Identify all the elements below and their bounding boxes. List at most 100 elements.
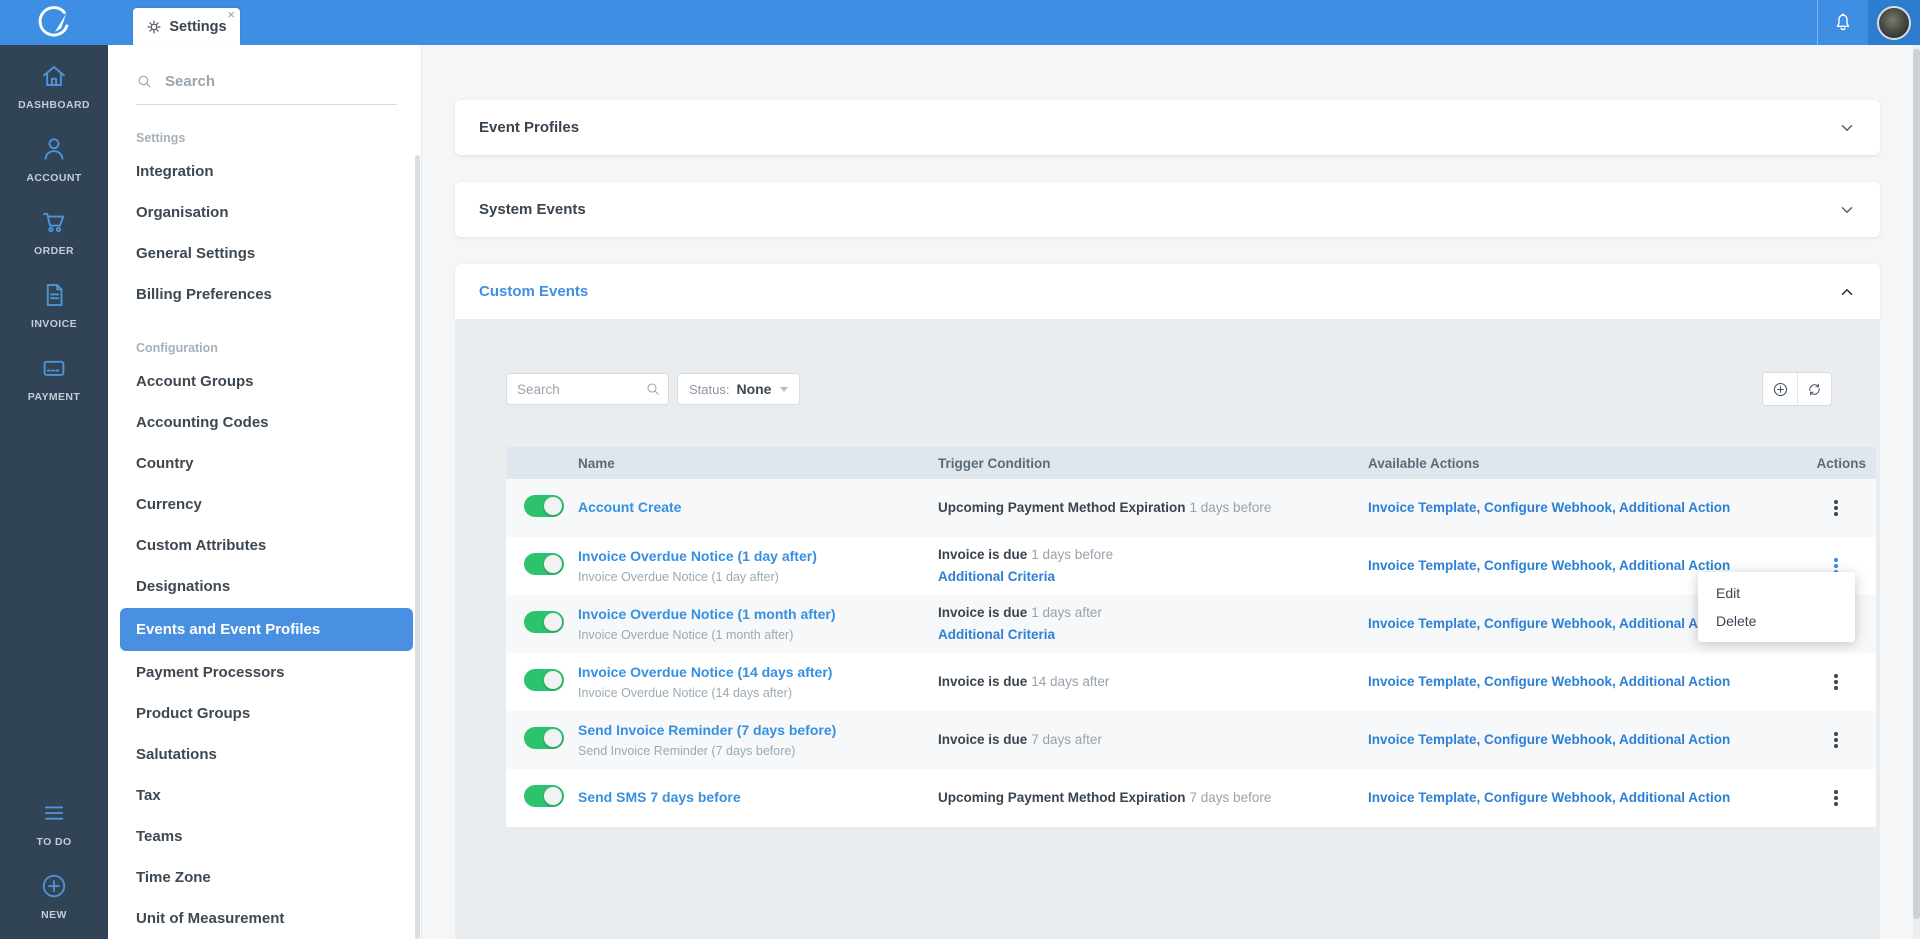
sidebar-item-organisation[interactable]: Organisation <box>108 192 421 233</box>
event-subtitle: Invoice Overdue Notice (1 month after) <box>578 628 794 642</box>
nav-item-order[interactable]: ORDER <box>34 207 74 257</box>
nav-label-todo: TO DO <box>36 836 72 848</box>
nav-item-todo[interactable]: TO DO <box>36 798 71 848</box>
sidebar-item-billing-preferences[interactable]: Billing Preferences <box>108 274 421 315</box>
table-row: Send SMS 7 days before Upcoming Payment … <box>506 769 1876 827</box>
app-logo[interactable] <box>0 0 108 45</box>
custom-events-table: Name Trigger Condition Available Actions… <box>506 447 1876 827</box>
user-menu[interactable] <box>1868 0 1920 45</box>
kebab-menu-icon[interactable] <box>1828 494 1844 522</box>
sidebar-search-input[interactable] <box>165 73 385 90</box>
available-actions-links[interactable]: Invoice Template, Configure Webhook, Add… <box>1368 674 1730 689</box>
sidebar-item-payment-processors[interactable]: Payment Processors <box>108 652 421 693</box>
tab-close-icon[interactable]: × <box>227 8 235 22</box>
nav-item-invoice[interactable]: INVOICE <box>31 280 77 330</box>
event-name-link[interactable]: Invoice Overdue Notice (1 day after) <box>578 548 817 564</box>
accordion-system-events[interactable]: System Events <box>455 182 1880 237</box>
kebab-menu-icon[interactable] <box>1828 668 1844 696</box>
sidebar-item-custom-attributes[interactable]: Custom Attributes <box>108 525 421 566</box>
available-actions-links[interactable]: Invoice Template, Configure Webhook, Add… <box>1368 732 1730 747</box>
kebab-menu-icon[interactable] <box>1828 726 1844 754</box>
sidebar-item-accounting-codes[interactable]: Accounting Codes <box>108 402 421 443</box>
enable-toggle[interactable] <box>524 668 564 691</box>
toggle-knob <box>544 612 562 631</box>
chevron-up-icon[interactable] <box>1838 283 1856 301</box>
enable-toggle[interactable] <box>524 552 564 575</box>
toggle-knob <box>544 670 562 689</box>
chevron-down-icon[interactable] <box>1838 119 1856 137</box>
context-menu-item-delete[interactable]: Delete <box>1698 607 1855 635</box>
nav-label-order: ORDER <box>34 245 74 257</box>
cart-icon <box>43 212 65 233</box>
notifications-button[interactable] <box>1818 0 1868 45</box>
event-name-link[interactable]: Invoice Overdue Notice (14 days after) <box>578 664 832 680</box>
accordion-event-profiles[interactable]: Event Profiles <box>455 100 1880 155</box>
available-actions-links[interactable]: Invoice Template, Configure Webhook, Add… <box>1368 616 1730 631</box>
main-content: Event Profiles System Events Custom Even… <box>423 45 1913 939</box>
enable-toggle[interactable] <box>524 494 564 517</box>
sidebar-item-unit-of-measurement[interactable]: Unit of Measurement <box>108 898 421 939</box>
plus-circle-icon <box>1773 382 1787 396</box>
event-name-link[interactable]: Invoice Overdue Notice (1 month after) <box>578 606 836 622</box>
sidebar-item-time-zone[interactable]: Time Zone <box>108 857 421 898</box>
sidebar-item-integration[interactable]: Integration <box>108 151 421 192</box>
custom-events-body: Status: None <box>455 319 1880 939</box>
primary-nav-rail: DASHBOARD ACCOUNT ORDER INVOICE PAYMENT <box>0 45 108 939</box>
context-menu-item-edit[interactable]: Edit <box>1698 579 1855 607</box>
avatar <box>1877 5 1911 40</box>
nav-label-new: NEW <box>41 909 67 921</box>
col-header-available-actions: Available Actions <box>1368 455 1480 471</box>
sidebar-item-designations[interactable]: Designations <box>108 566 421 607</box>
panel-title-event-profiles: Event Profiles <box>479 119 580 136</box>
sidebar-item-product-groups[interactable]: Product Groups <box>108 693 421 734</box>
toggle-knob <box>544 554 562 573</box>
sidebar-item-currency[interactable]: Currency <box>108 484 421 525</box>
sidebar-item-country[interactable]: Country <box>108 443 421 484</box>
available-actions-links[interactable]: Invoice Template, Configure Webhook, Add… <box>1368 790 1730 805</box>
sidebar-item-tax[interactable]: Tax <box>108 775 421 816</box>
event-name-link[interactable]: Account Create <box>578 499 681 515</box>
trigger-detail: 1 days before <box>1189 500 1272 515</box>
section-title-settings: Settings <box>136 131 186 145</box>
available-actions-links[interactable]: Invoice Template, Configure Webhook, Add… <box>1368 558 1730 573</box>
sidebar-item-general-settings[interactable]: General Settings <box>108 233 421 274</box>
nav-item-account[interactable]: ACCOUNT <box>26 134 81 184</box>
additional-criteria-link[interactable]: Additional Criteria <box>938 569 1055 584</box>
sidebar-item-events-and-event-profiles[interactable]: Events and Event Profiles <box>120 608 413 651</box>
enable-toggle[interactable] <box>524 726 564 749</box>
sidebar-scrollbar[interactable] <box>415 155 420 939</box>
caret-down-icon <box>780 386 789 392</box>
nav-item-dashboard[interactable]: DASHBOARD <box>18 61 90 111</box>
panel-title-system-events: System Events <box>479 201 586 218</box>
available-actions-links[interactable]: Invoice Template, Configure Webhook, Add… <box>1368 500 1730 515</box>
col-header-name: Name <box>578 455 615 471</box>
nav-item-new[interactable]: NEW <box>39 871 69 921</box>
kebab-menu-icon[interactable] <box>1828 784 1844 812</box>
add-event-button[interactable] <box>1763 373 1797 405</box>
refresh-button[interactable] <box>1797 373 1831 405</box>
nav-item-payment[interactable]: PAYMENT <box>28 353 80 403</box>
enable-toggle[interactable] <box>524 784 564 807</box>
trigger-condition: Invoice is due <box>938 605 1028 620</box>
accordion-custom-events[interactable]: Custom Events <box>455 264 1880 319</box>
nav-label-payment: PAYMENT <box>27 391 81 403</box>
enable-toggle[interactable] <box>524 610 564 633</box>
toggle-knob <box>544 728 562 747</box>
status-filter-dropdown[interactable]: Status: None <box>677 373 801 405</box>
document-icon <box>46 284 63 306</box>
sidebar-item-salutations[interactable]: Salutations <box>108 734 421 775</box>
event-name-link[interactable]: Send Invoice Reminder (7 days before) <box>578 722 836 738</box>
sidebar-item-teams[interactable]: Teams <box>108 816 421 857</box>
additional-criteria-link[interactable]: Additional Criteria <box>938 627 1055 642</box>
table-search <box>506 373 669 405</box>
tab-settings[interactable]: Settings × <box>133 8 240 45</box>
scrollbar-thumb[interactable] <box>1913 49 1920 919</box>
trigger-condition: Invoice is due <box>938 732 1028 747</box>
page-scrollbar[interactable] <box>1913 45 1920 939</box>
trigger-detail: 14 days after <box>1031 674 1110 689</box>
refresh-icon <box>1809 383 1820 395</box>
sidebar-item-account-groups[interactable]: Account Groups <box>108 361 421 402</box>
event-name-link[interactable]: Send SMS 7 days before <box>578 789 741 805</box>
event-subtitle: Invoice Overdue Notice (14 days after) <box>578 686 792 700</box>
chevron-down-icon[interactable] <box>1838 201 1856 219</box>
